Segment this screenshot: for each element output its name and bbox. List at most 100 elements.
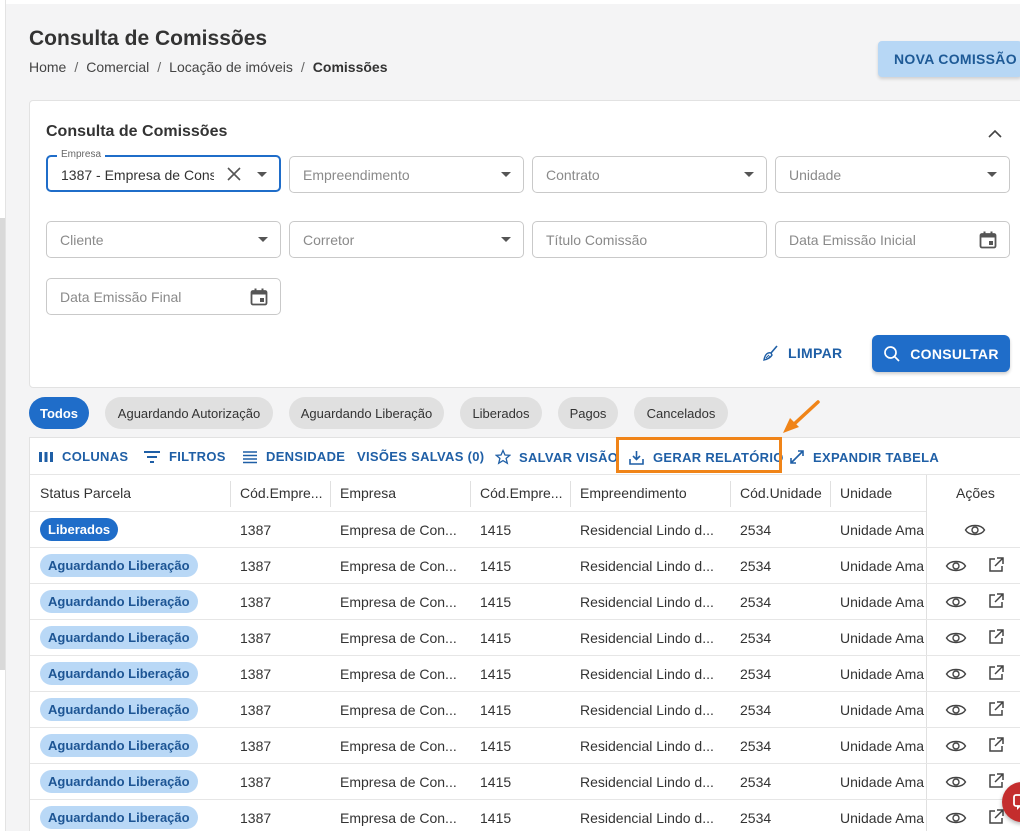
chevron-down-icon[interactable] (501, 172, 511, 177)
calendar-icon[interactable] (978, 230, 998, 250)
data-emissao-final-placeholder: Data Emissão Final (60, 289, 182, 305)
table-row[interactable]: Aguardando Liberação 1387 Empresa de Con… (30, 548, 1020, 584)
left-rail-scroll (0, 218, 5, 670)
column-separator[interactable] (570, 481, 571, 507)
eye-icon[interactable] (964, 521, 986, 539)
chevron-down-icon[interactable] (258, 237, 268, 242)
table-row[interactable]: Aguardando Liberação 1387 Empresa de Con… (30, 764, 1020, 800)
tab-aguardando-liberacao[interactable]: Aguardando Liberação (289, 397, 444, 429)
open-external-icon[interactable] (987, 808, 1005, 826)
contrato-select[interactable]: Contrato (532, 156, 767, 193)
save-view-button[interactable]: SALVAR VISÃO (495, 449, 618, 465)
open-external-icon[interactable] (987, 628, 1005, 646)
data-emissao-inicial-input[interactable]: Data Emissão Inicial (775, 221, 1010, 258)
data-emissao-final-input[interactable]: Data Emissão Final (46, 278, 281, 315)
column-cod-empreendimento[interactable]: Cód.Empre... (480, 485, 566, 501)
table-header: Status Parcela Cód.Empre... Empresa Cód.… (30, 474, 1020, 512)
cell-cod-empresa: 1387 (240, 702, 272, 718)
cell-cod-empreendimento: 1415 (480, 738, 512, 754)
chevron-up-icon[interactable] (985, 124, 1005, 144)
column-separator[interactable] (470, 481, 471, 507)
corretor-select[interactable]: Corretor (289, 221, 524, 258)
filters-button[interactable]: FILTROS (143, 449, 226, 464)
save-view-label: SALVAR VISÃO (519, 449, 619, 465)
titulo-comissao-input[interactable]: Título Comissão (532, 221, 767, 258)
eye-icon[interactable] (945, 737, 967, 755)
tab-cancelados[interactable]: Cancelados (634, 397, 728, 429)
new-commission-button[interactable]: NOVA COMISSÃO (878, 41, 1020, 77)
expand-table-button[interactable]: EXPANDIR TABELA (789, 449, 939, 465)
contrato-placeholder: Contrato (546, 167, 600, 183)
chevron-down-icon[interactable] (987, 172, 997, 177)
cell-unidade: Unidade Ama (840, 810, 925, 826)
cell-empresa: Empresa de Con... (340, 738, 457, 754)
table-row[interactable]: Aguardando Liberação 1387 Empresa de Con… (30, 728, 1020, 764)
open-external-icon[interactable] (987, 772, 1005, 790)
titulo-comissao-placeholder: Título Comissão (546, 232, 648, 248)
tab-liberados[interactable]: Liberados (460, 397, 542, 429)
cell-cod-empresa: 1387 (240, 522, 272, 538)
table-row[interactable]: Aguardando Liberação 1387 Empresa de Con… (30, 656, 1020, 692)
column-cod-unidade[interactable]: Cód.Unidade (740, 485, 822, 501)
column-unidade[interactable]: Unidade (840, 485, 892, 501)
cell-cod-unidade: 2534 (740, 666, 772, 682)
column-empreendimento[interactable]: Empreendimento (580, 485, 687, 501)
status-badge: Aguardando Liberação (40, 590, 198, 613)
open-external-icon[interactable] (987, 700, 1005, 718)
eye-icon[interactable] (945, 557, 967, 575)
open-external-icon[interactable] (987, 664, 1005, 682)
chevron-down-icon[interactable] (501, 237, 511, 242)
chevron-down-icon[interactable] (744, 172, 754, 177)
table-row[interactable]: Liberados 1387 Empresa de Con... 1415 Re… (30, 512, 1020, 548)
search-label: CONSULTAR (910, 345, 999, 362)
status-badge: Aguardando Liberação (40, 770, 198, 793)
tab-todos[interactable]: Todos (29, 397, 89, 429)
column-status-parcela[interactable]: Status Parcela (40, 485, 131, 501)
cell-cod-empreendimento: 1415 (480, 594, 512, 610)
row-actions (926, 656, 1020, 691)
tab-aguardando-autorizacao[interactable]: Aguardando Autorização (105, 397, 273, 429)
calendar-icon[interactable] (249, 287, 269, 307)
cell-cod-empreendimento: 1415 (480, 810, 512, 826)
clear-icon[interactable] (226, 166, 242, 182)
open-external-icon[interactable] (987, 556, 1005, 574)
column-separator[interactable] (730, 481, 731, 507)
chevron-down-icon[interactable] (257, 172, 267, 177)
column-empresa[interactable]: Empresa (340, 485, 396, 501)
cell-empreendimento: Residencial Lindo d... (580, 558, 714, 574)
tab-pagos[interactable]: Pagos (558, 397, 618, 429)
empreendimento-select[interactable]: Empreendimento (289, 156, 524, 193)
page-title: Consulta de Comissões (29, 27, 268, 50)
column-cod-empresa[interactable]: Cód.Empre... (240, 485, 326, 501)
open-external-icon[interactable] (987, 736, 1005, 754)
eye-icon[interactable] (945, 809, 967, 827)
column-separator[interactable] (330, 481, 331, 507)
table-row[interactable]: Aguardando Liberação 1387 Empresa de Con… (30, 692, 1020, 728)
cliente-select[interactable]: Cliente (46, 221, 281, 258)
eye-icon[interactable] (945, 665, 967, 683)
unidade-select[interactable]: Unidade (775, 156, 1010, 193)
clear-filters-button[interactable]: LIMPAR (762, 344, 842, 362)
eye-icon[interactable] (945, 701, 967, 719)
cell-cod-unidade: 2534 (740, 738, 772, 754)
search-button[interactable]: CONSULTAR (872, 335, 1010, 372)
table-row[interactable]: Aguardando Liberação 1387 Empresa de Con… (30, 620, 1020, 656)
density-button[interactable]: DENSIDADE (242, 449, 345, 464)
eye-icon[interactable] (945, 773, 967, 791)
breadcrumb-comercial[interactable]: Comercial (86, 59, 149, 75)
row-actions (926, 620, 1020, 655)
breadcrumb-home[interactable]: Home (29, 59, 66, 75)
breadcrumb-locacao[interactable]: Locação de imóveis (169, 59, 293, 75)
open-external-icon[interactable] (987, 592, 1005, 610)
empresa-select[interactable]: Empresa 1387 - Empresa de Construção (46, 149, 281, 192)
row-actions (926, 512, 1020, 547)
table-row[interactable]: Aguardando Liberação 1387 Empresa de Con… (30, 584, 1020, 620)
table-row[interactable]: Aguardando Liberação 1387 Empresa de Con… (30, 800, 1020, 831)
column-separator[interactable] (230, 481, 231, 507)
columns-button[interactable]: COLUNAS (38, 449, 128, 464)
column-separator[interactable] (830, 481, 831, 507)
saved-views-button[interactable]: VISÕES SALVAS (0) (357, 449, 484, 464)
row-actions (926, 692, 1020, 727)
eye-icon[interactable] (945, 629, 967, 647)
eye-icon[interactable] (945, 593, 967, 611)
